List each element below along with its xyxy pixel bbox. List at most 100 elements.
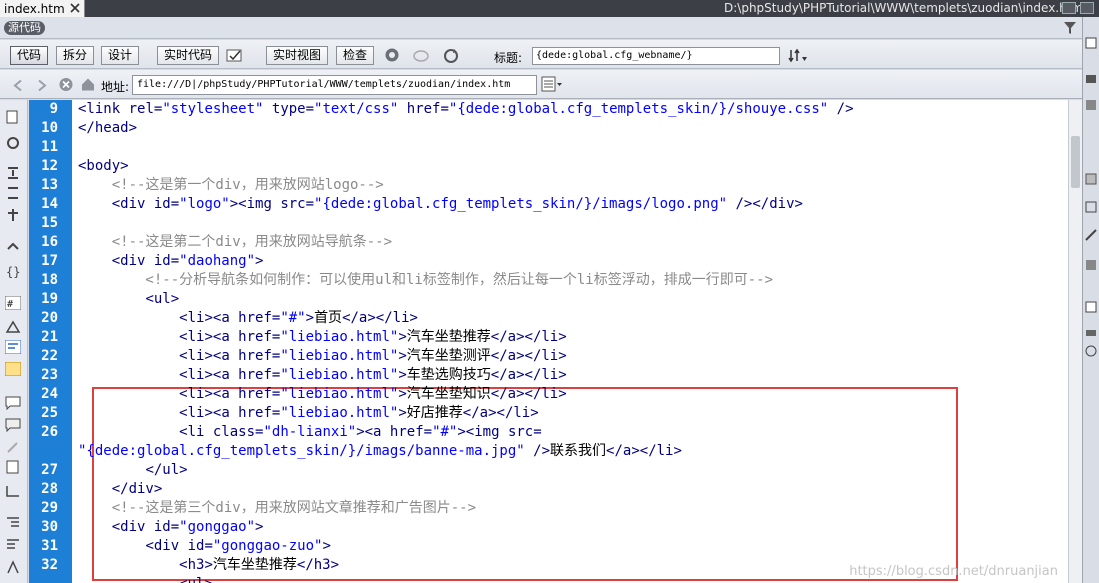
collapse-tag-icon[interactable] (5, 166, 21, 180)
line-number: 16 (41, 234, 58, 250)
source-code-label[interactable]: 源代码 (4, 21, 45, 35)
recent-snippets-icon[interactable] (5, 460, 21, 474)
line-number: 9 (49, 101, 58, 117)
line-number: 14 (41, 196, 58, 212)
line-number: 10 (41, 120, 58, 136)
expand-all-icon[interactable] (5, 208, 21, 222)
file-management-icon[interactable] (788, 47, 810, 64)
assets-panel-icon[interactable] (1085, 99, 1097, 111)
open-documents-icon[interactable] (5, 110, 21, 124)
code-line: </head> (78, 120, 138, 136)
code-line: <ul> (145, 291, 180, 307)
line-number: 19 (41, 291, 58, 307)
select-parent-tag-icon[interactable] (5, 242, 21, 256)
minimize-icon[interactable] (1062, 2, 1076, 14)
back-icon[interactable] (12, 77, 26, 94)
code-line: "{dede:global.cfg_templets_skin/}/imags/… (78, 443, 682, 459)
editor-window: index.htm D:\phpStudy\PHPTutorial\WWW\te… (0, 0, 1099, 583)
line-number: 17 (41, 253, 58, 269)
code-line: <!--这是第一个div，用来放网站logo--> (78, 177, 384, 193)
line-numbers-icon[interactable]: # (5, 296, 21, 310)
code-line: <body> (78, 158, 129, 174)
line-number: 15 (41, 215, 58, 231)
document-tab[interactable]: index.htm (0, 0, 85, 17)
visual-aids-icon[interactable] (412, 47, 430, 64)
code-line: <div id="daohang"> (111, 253, 264, 269)
live-code-button[interactable]: 实时代码 (157, 46, 220, 65)
format-source-icon[interactable] (5, 560, 21, 574)
live-view-button[interactable]: 实时视图 (266, 46, 329, 65)
code-line: <ul> (78, 575, 213, 583)
code-line: <li><a href="liebiao.html">好店推荐</a></li> (179, 405, 539, 421)
line-number: 12 (41, 158, 58, 174)
indent-code-icon[interactable] (5, 516, 21, 530)
code-editor[interactable]: https://blog.csdn.net/dnruanjian <link r… (72, 100, 1068, 583)
scrollbar-thumb[interactable] (1071, 136, 1080, 188)
source-row: 源代码 (0, 17, 1082, 39)
word-wrap-icon[interactable] (5, 340, 21, 354)
check-browser-icon[interactable] (226, 47, 244, 64)
code-line: <li class="dh-lianxi"><a href="#"><img s… (179, 424, 542, 440)
line-number: 21 (41, 329, 58, 345)
wrap-tag-icon[interactable] (5, 440, 21, 454)
snippets-panel-icon[interactable] (1085, 301, 1097, 313)
close-icon[interactable] (69, 2, 81, 14)
code-line: <!--分析导航条如何制作：可以使用ul和li标签制作，然后让每一个li标签浮动… (78, 272, 774, 288)
move-css-icon[interactable] (5, 484, 21, 498)
address-label: 地址: (101, 80, 130, 94)
outdent-code-icon[interactable] (5, 538, 21, 552)
title-input[interactable]: {dede:global.cfg_webname/} (532, 47, 780, 65)
line-number: 20 (41, 310, 58, 326)
globe-icon[interactable] (384, 47, 402, 64)
address-input[interactable]: file:///D|/phpStudy/PHPTutorial/WWW/temp… (132, 75, 537, 95)
file-path: D:\phpStudy\PHPTutorial\WWW\templets\zuo… (724, 1, 1084, 15)
code-line: <div id="logo"><img src="{dede:global.cf… (111, 196, 803, 212)
line-number: 25 (41, 405, 58, 421)
vertical-scrollbar[interactable] (1068, 100, 1082, 583)
filter-icon[interactable] (1063, 21, 1077, 35)
line-number: 29 (41, 500, 58, 516)
line-number: 31 (41, 538, 58, 554)
split-view-button[interactable]: 拆分 (56, 46, 95, 65)
code-line: <div id="gonggao"> (111, 519, 264, 535)
code-line: <!--这是第三个div，用来放网站文章推荐和广告图片--> (78, 500, 477, 516)
highlight-invalid-code-icon[interactable] (5, 320, 21, 334)
code-view-button[interactable]: 代码 (10, 46, 49, 65)
restore-icon[interactable] (1080, 2, 1094, 14)
ap-elements-icon[interactable] (1085, 201, 1097, 213)
apply-comment-icon[interactable] (5, 396, 21, 410)
document-toolbar: 代码 拆分 设计 实时代码 实时视图 检查 标题: {dede:global.c… (0, 40, 1082, 69)
design-view-button[interactable]: 设计 (101, 46, 140, 65)
line-number: 11 (41, 139, 58, 155)
css-panel-icon[interactable] (1085, 173, 1097, 185)
line-number: 26 (41, 424, 58, 440)
watermark: https://blog.csdn.net/dnruanjian (849, 564, 1058, 579)
insert-panel-icon[interactable] (1085, 37, 1097, 49)
code-line: </div> (111, 481, 163, 497)
code-line: <!--这是第二个div，用来放网站导航条--> (78, 234, 393, 250)
address-bar: 地址: file:///D|/phpStudy/PHPTutorial/WWW/… (0, 70, 1082, 99)
history-panel-icon[interactable] (1085, 345, 1097, 357)
stop-icon[interactable] (58, 76, 74, 93)
show-code-navigator-icon[interactable] (5, 136, 21, 150)
line-number-gutter: 9 10 11 12 13 14 15 16 17 18 19 20 21 22 23 24 25 26 27 28 2… (29, 100, 72, 583)
collapse-selection-icon[interactable] (5, 186, 21, 200)
code-line: <h3>汽车坐垫推荐</h3> (179, 557, 340, 573)
live-view-options-icon[interactable] (541, 76, 563, 93)
refresh-icon[interactable] (442, 47, 460, 64)
code-line: <li><a href="#">首页</a></li> (179, 310, 418, 326)
files-panel-icon[interactable] (1085, 73, 1097, 85)
remove-comment-icon[interactable] (5, 418, 21, 432)
line-number: 28 (41, 481, 58, 497)
forward-icon[interactable] (34, 77, 48, 94)
results-panel-icon[interactable] (1085, 327, 1097, 339)
inspect-button[interactable]: 检查 (336, 46, 375, 65)
tag-inspector-icon[interactable] (1085, 229, 1097, 241)
balance-braces-icon[interactable]: {} (5, 264, 21, 278)
line-number: 13 (41, 177, 58, 193)
code-line: <li><a href="liebiao.html">汽车坐垫推荐</a></l… (179, 329, 567, 345)
home-icon[interactable] (80, 76, 96, 93)
behaviors-icon[interactable] (1085, 259, 1097, 271)
line-number: 23 (41, 367, 58, 383)
syntax-coloring-icon[interactable] (5, 362, 21, 376)
